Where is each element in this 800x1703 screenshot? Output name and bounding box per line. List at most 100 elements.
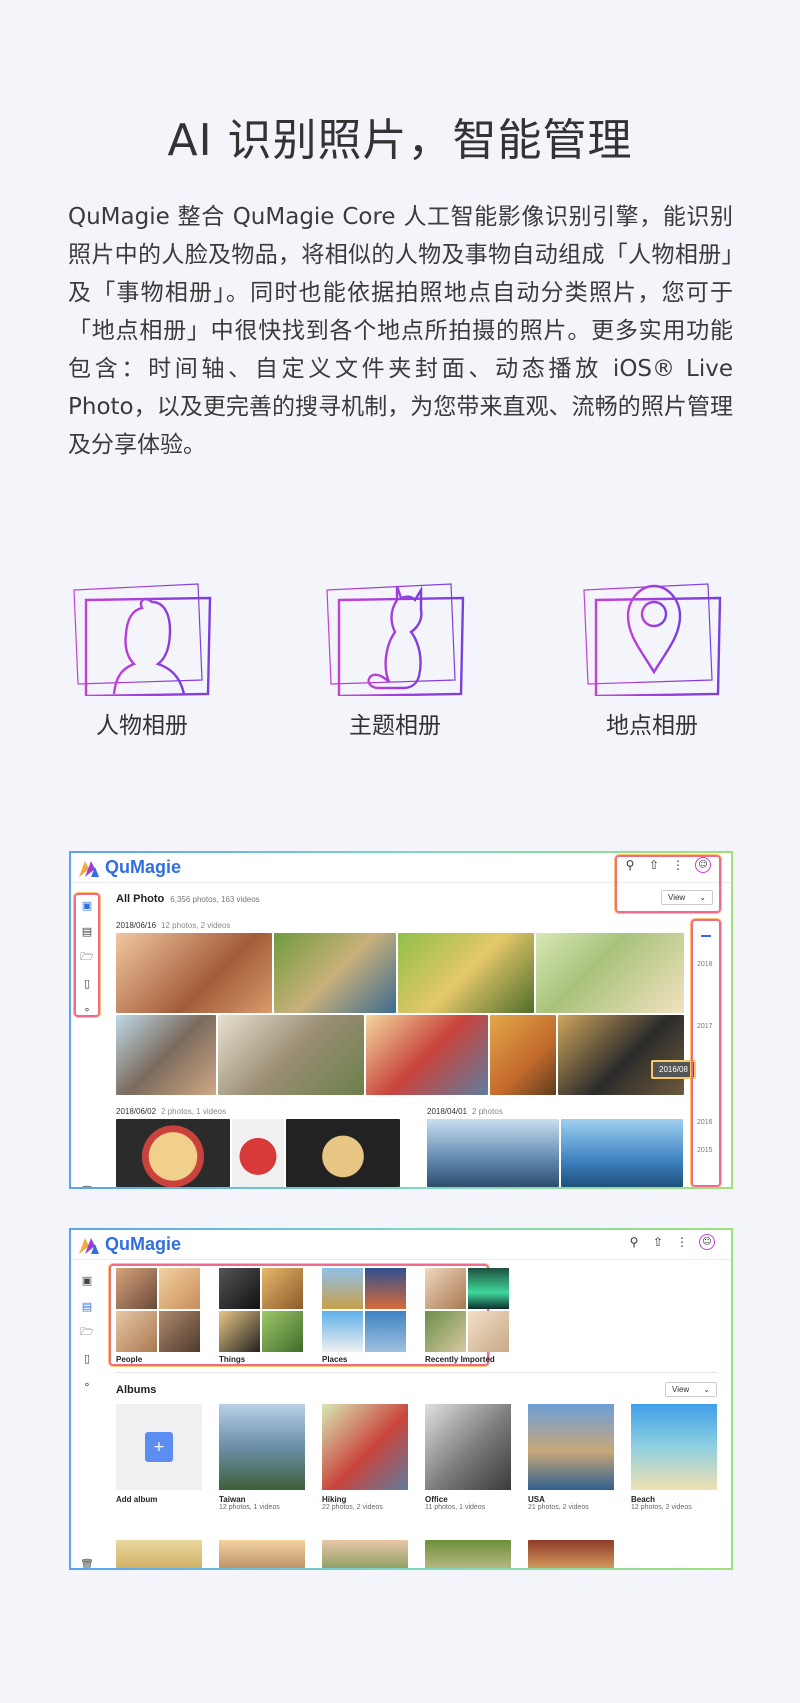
smart-album-label: Recently Imported [425, 1355, 495, 1364]
upload-icon[interactable]: ⇧ [651, 1235, 665, 1249]
search-icon[interactable]: ⚲ [623, 858, 637, 872]
tooltip-text: 2016/08 [659, 1065, 688, 1074]
person-album-icon [73, 583, 212, 696]
sidebar: ▣ ▤ 🗁 ▯ ∘ 🗑 [71, 1260, 103, 1569]
trash-icon[interactable]: 🗑 [79, 1556, 95, 1569]
album-name: Hiking [322, 1495, 347, 1504]
group-header: 2018/06/16 12 photos, 2 videos [116, 921, 230, 930]
view-dropdown[interactable]: View ⌄ [665, 1382, 717, 1397]
photos-icon[interactable]: ▣ [79, 1272, 95, 1288]
timeline-scrubber[interactable]: 2018 2017 2016 2015 [695, 923, 717, 1183]
album-meta: 11 photos, 1 videos [425, 1504, 486, 1511]
qumagie-logo-icon [79, 859, 99, 877]
photos-icon[interactable]: ▣ [79, 897, 95, 913]
screenshot-albums: QuMagie ⚲ ⇧ ⋮ ☺ ▣ ▤ 🗁 ▯ ∘ 🗑 People Thing… [69, 1228, 733, 1570]
album-thumbnail[interactable] [528, 1540, 614, 1568]
album-card-add[interactable]: + Add album [116, 1404, 202, 1504]
photo-thumbnail[interactable] [218, 1015, 364, 1095]
photo-thumbnail[interactable] [116, 1119, 230, 1187]
search-icon[interactable]: ⚲ [627, 1235, 641, 1249]
timeline-tooltip: 2016/08 [651, 1060, 696, 1079]
page-heading: All Photo 6,356 photos, 163 videos [116, 893, 260, 905]
smart-album-label: Things [219, 1355, 246, 1364]
account-icon[interactable]: ☺ [699, 1234, 715, 1250]
group-date: 2018/06/16 [116, 921, 157, 930]
screenshot-all-photo: QuMagie ⚲ ⇧ ⋮ ☺ View ⌄ ▣ ▤ 🗁 ▯ ∘ 🗑 All Ph… [69, 851, 733, 1189]
album-meta: 12 photos, 2 videos [631, 1504, 692, 1511]
folder-icon[interactable]: 🗁 [79, 1324, 95, 1340]
album-name: Add album [116, 1495, 158, 1504]
group-header: 2018/06/02 2 photos, 1 videos [116, 1107, 226, 1116]
account-icon[interactable]: ☺ [695, 857, 711, 873]
album-card[interactable]: Office 11 photos, 1 videos [425, 1404, 511, 1511]
view-label: View [672, 1385, 690, 1394]
photo-thumbnail[interactable] [116, 1015, 216, 1095]
cat-album-icon [326, 583, 465, 696]
app-logo: QuMagie [79, 1234, 181, 1255]
feature-label: 人物相册 [96, 713, 188, 739]
album-meta: 21 photos, 2 videos [528, 1504, 589, 1511]
photo-thumbnail[interactable] [561, 1119, 683, 1187]
more-icon[interactable]: ⋮ [671, 858, 685, 872]
smart-album-label: People [116, 1355, 143, 1364]
photo-thumbnail[interactable] [232, 1119, 284, 1187]
photo-thumbnail[interactable] [558, 1015, 684, 1095]
add-album-icon: + [145, 1432, 173, 1462]
group-header: 2018/04/01 2 photos [427, 1107, 503, 1116]
chevron-down-icon: ⌄ [699, 893, 706, 902]
share-icon[interactable]: ∘ [79, 1376, 95, 1392]
timeline-year[interactable]: 2016 [697, 1119, 713, 1126]
top-toolbar: ⚲ ⇧ ⋮ ☺ [623, 857, 711, 873]
group-count: 12 photos, 2 videos [161, 921, 231, 930]
album-icon[interactable]: ▤ [79, 923, 95, 939]
album-card[interactable]: USA 21 photos, 2 videos [528, 1404, 614, 1511]
albums-title: Albums [116, 1384, 157, 1396]
qumagie-logo-icon [79, 1236, 99, 1254]
photo-thumbnail[interactable] [490, 1015, 556, 1095]
app-name: QuMagie [105, 1234, 182, 1254]
share-icon[interactable]: ∘ [79, 1001, 95, 1017]
app-topbar: QuMagie ⚲ ⇧ ⋮ ☺ [71, 1230, 731, 1260]
smart-album-things[interactable]: Things [219, 1268, 303, 1364]
photo-count: 6,356 photos, 163 videos [170, 895, 260, 904]
view-dropdown[interactable]: View ⌄ [661, 890, 713, 905]
app-topbar: QuMagie ⚲ ⇧ ⋮ ☺ [71, 853, 731, 913]
device-icon[interactable]: ▯ [79, 1350, 95, 1366]
photo-thumbnail[interactable] [398, 933, 534, 1013]
album-name: Taiwan [219, 1495, 246, 1504]
album-thumbnail[interactable] [116, 1540, 202, 1568]
feature-things: 主题相册 [315, 580, 475, 740]
trash-icon[interactable]: 🗑 [79, 1183, 95, 1188]
page-title: AI 识别照片，智能管理 [167, 115, 633, 166]
group-count: 2 photos, 1 videos [161, 1107, 226, 1116]
smart-album-places[interactable]: Places [322, 1268, 406, 1364]
album-card[interactable]: Taiwan 12 photos, 1 videos [219, 1404, 305, 1511]
album-thumbnail[interactable] [219, 1540, 305, 1568]
upload-icon[interactable]: ⇧ [647, 858, 661, 872]
photo-thumbnail[interactable] [427, 1119, 559, 1187]
smart-album-recent[interactable]: Recently Imported [425, 1268, 509, 1364]
album-name: USA [528, 1495, 545, 1504]
group-date: 2018/04/01 [427, 1107, 468, 1116]
photo-thumbnail[interactable] [274, 933, 396, 1013]
album-icon[interactable]: ▤ [79, 1298, 95, 1314]
timeline-year[interactable]: 2015 [697, 1147, 713, 1154]
photo-thumbnail[interactable] [536, 933, 684, 1013]
album-meta: 22 photos, 2 videos [322, 1504, 383, 1511]
smart-album-people[interactable]: People [116, 1268, 200, 1364]
photo-thumbnail[interactable] [116, 933, 272, 1013]
more-icon[interactable]: ⋮ [675, 1235, 689, 1249]
album-card[interactable]: Beach 12 photos, 2 videos [631, 1404, 717, 1511]
album-card[interactable]: Hiking 22 photos, 2 videos [322, 1404, 408, 1511]
photo-thumbnail[interactable] [286, 1119, 400, 1187]
album-name: Office [425, 1495, 448, 1504]
feature-people: 人物相册 [62, 580, 222, 740]
timeline-year[interactable]: 2017 [697, 1023, 713, 1030]
folder-icon[interactable]: 🗁 [79, 949, 95, 965]
album-thumbnail[interactable] [322, 1540, 408, 1568]
album-thumbnail[interactable] [425, 1540, 511, 1568]
photo-thumbnail[interactable] [366, 1015, 488, 1095]
device-icon[interactable]: ▯ [79, 975, 95, 991]
view-label: View [668, 893, 686, 902]
timeline-year[interactable]: 2018 [697, 961, 713, 968]
